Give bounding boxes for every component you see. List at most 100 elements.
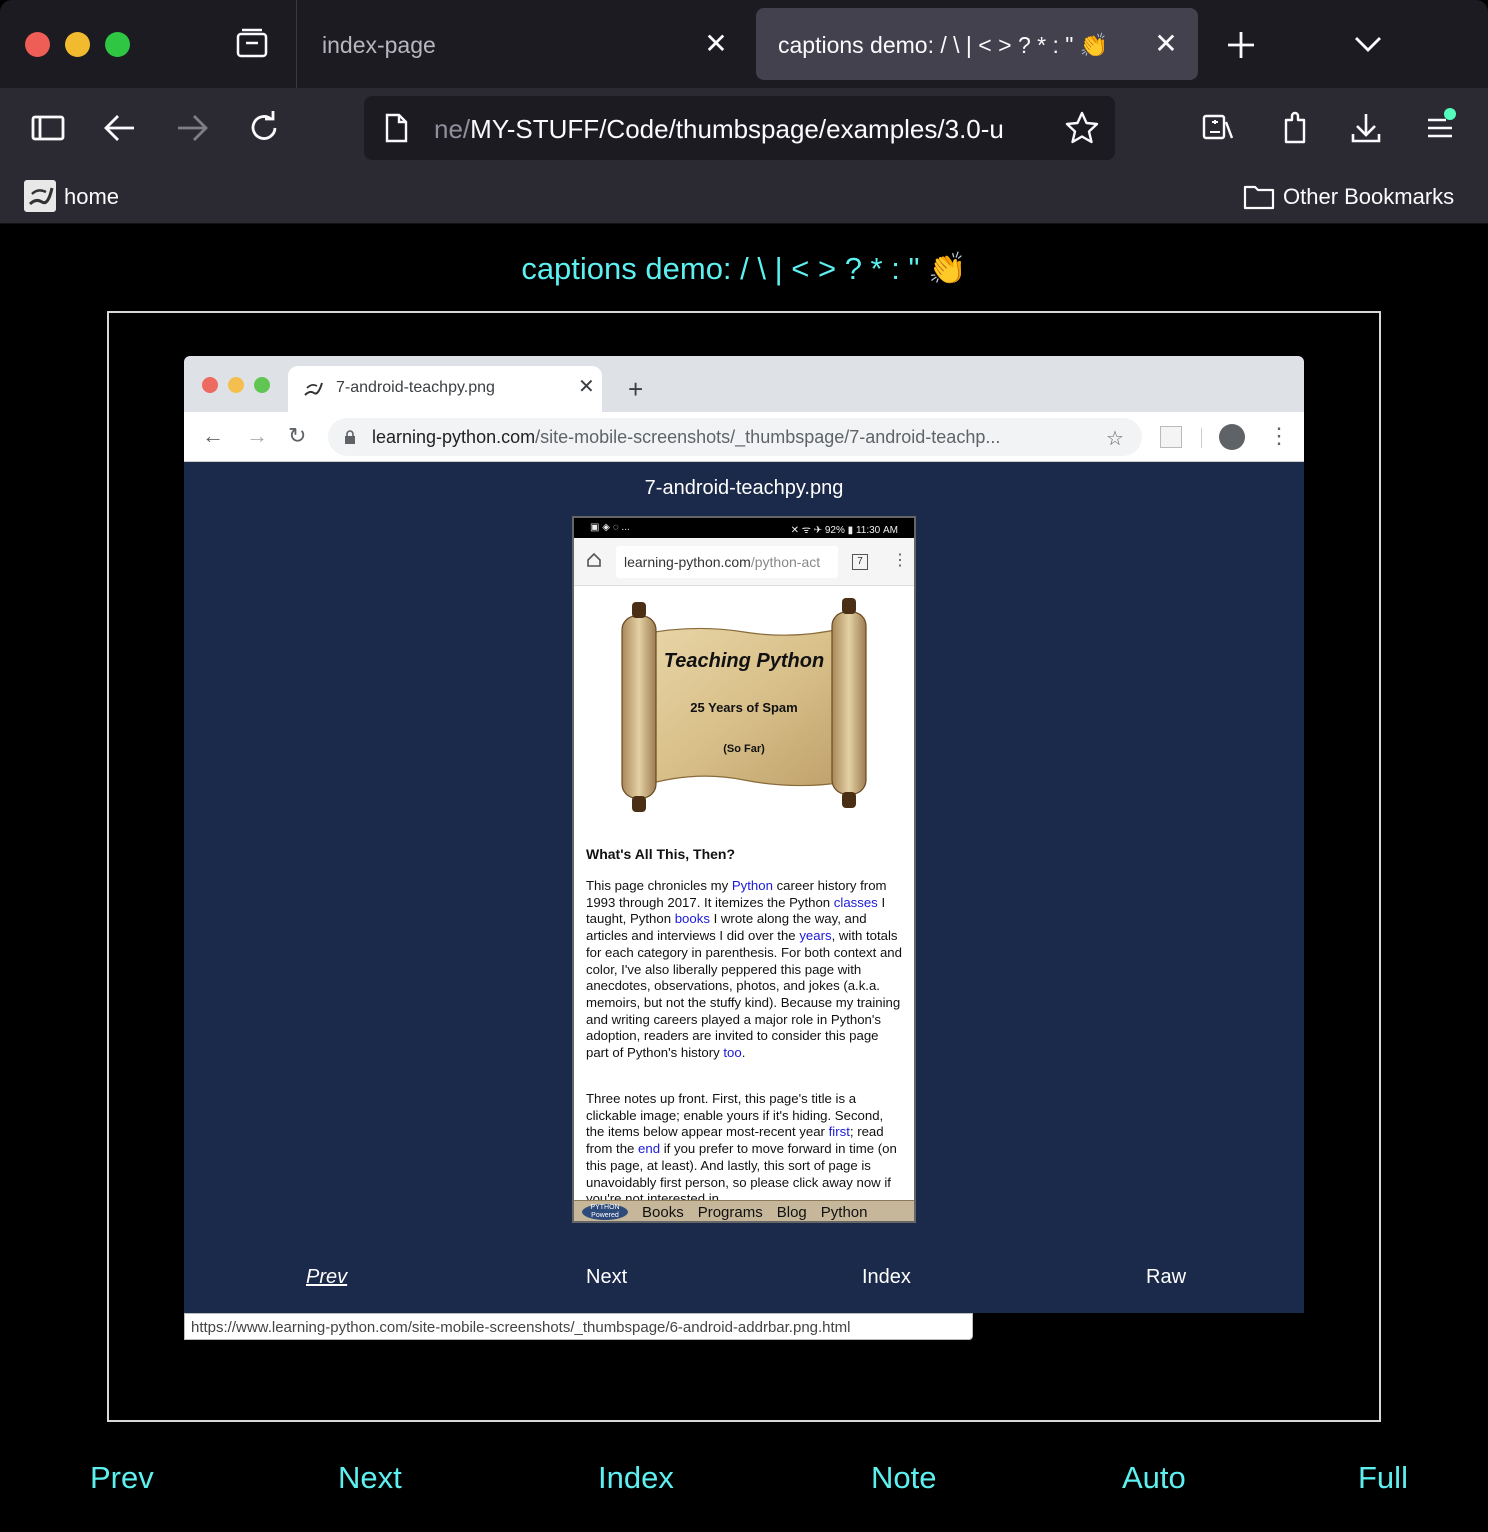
firefox-view-icon[interactable] xyxy=(234,26,270,62)
update-badge-icon xyxy=(1444,108,1456,120)
inner-tab-strip: 7-android-teachpy.png ✕ + xyxy=(184,356,1304,412)
screenshot-image[interactable]: 7-android-teachpy.png ✕ + ← → ↻ learning… xyxy=(184,356,1304,1313)
close-icon: ✕ xyxy=(578,376,595,398)
home-icon xyxy=(587,552,601,567)
auto-link[interactable]: Auto xyxy=(1122,1460,1186,1496)
back-arrow-icon: ← xyxy=(202,423,224,448)
favicon-icon xyxy=(304,382,323,396)
python-powered-logo: PYTHON Powered xyxy=(582,1204,628,1220)
scroll-subtitle: 25 Years of Spam xyxy=(690,700,798,715)
address-bar[interactable]: ne/MY-STUFF/Code/thumbspage/examples/3.0… xyxy=(364,96,1115,160)
inner-status-url: https://www.learning-python.com/site-mob… xyxy=(184,1313,973,1340)
kebab-menu-icon: ⋮ xyxy=(1268,423,1290,448)
url-path: MY-STUFF/Code/thumbspage/examples/3.0-u xyxy=(470,114,1004,144)
sidebar-icon[interactable] xyxy=(28,108,68,148)
inner-url-host: learning-python.com xyxy=(372,427,536,447)
inner-zoom-dot xyxy=(254,377,270,393)
phone-url-path: /python-act xyxy=(750,554,821,570)
phone-paragraph-1: This page chronicles my Python career hi… xyxy=(586,878,904,1062)
inner-index-link: Index xyxy=(862,1266,911,1288)
zoom-window-button[interactable] xyxy=(105,32,130,57)
navigation-toolbar: ne/MY-STUFF/Code/thumbspage/examples/3.0… xyxy=(0,88,1488,170)
extension-icon xyxy=(1160,426,1182,448)
tab-strip: index-page ✕ captions demo: / \ | < > ? … xyxy=(0,0,1488,88)
phone-bottom-links: Books Programs Blog Python xyxy=(642,1204,881,1221)
reload-icon[interactable] xyxy=(244,108,284,148)
link-first: first xyxy=(828,1124,850,1140)
new-tab-icon[interactable] xyxy=(1222,26,1260,64)
phone-url-host: learning-python.com xyxy=(624,554,751,570)
inner-url-path: /site-mobile-screenshots/_thumbspage/7-a… xyxy=(535,427,1001,447)
text-run: , with totals for each category in paren… xyxy=(586,928,902,1061)
link-books: books xyxy=(674,911,710,927)
tab-captions-demo[interactable]: captions demo: / \ | < > ? * : " 👏 ✕ xyxy=(756,8,1198,80)
link-classes: classes xyxy=(833,894,878,910)
phone-status-right: ✕ ᯤ ✈ 92% ▮ 11:30 AM xyxy=(790,525,898,536)
phone-link-books: Books xyxy=(642,1204,684,1221)
minimize-window-button[interactable] xyxy=(65,32,90,57)
inner-url: learning-python.com/site-mobile-screensh… xyxy=(372,427,1000,448)
close-window-button[interactable] xyxy=(25,32,50,57)
kebab-menu-icon: ⋮ xyxy=(892,552,908,569)
star-icon: ☆ xyxy=(1106,428,1124,450)
new-tab-icon: + xyxy=(628,374,644,404)
link-python: Python xyxy=(731,878,773,893)
close-icon[interactable]: ✕ xyxy=(698,26,734,62)
link-end: end xyxy=(638,1141,661,1157)
folder-icon[interactable] xyxy=(1243,182,1275,210)
translate-icon[interactable] xyxy=(1198,108,1238,148)
inner-address-bar: learning-python.com/site-mobile-screensh… xyxy=(328,418,1142,456)
inner-tab: 7-android-teachpy.png ✕ xyxy=(288,366,602,412)
close-icon[interactable]: ✕ xyxy=(1148,26,1184,62)
inner-toolbar: ← → ↻ learning-python.com/site-mobile-sc… xyxy=(184,412,1304,462)
phone-paragraph-2: Three notes up front. First, this page's… xyxy=(586,1091,904,1208)
link-too: too xyxy=(723,1045,742,1061)
bookmark-home[interactable]: home xyxy=(64,184,119,210)
next-link[interactable]: Next xyxy=(338,1460,402,1496)
browser-window: index-page ✕ captions demo: / \ | < > ? … xyxy=(0,0,1488,1532)
phone-url-box: learning-python.com/python-act xyxy=(616,546,838,578)
divider xyxy=(1201,428,1202,448)
chevron-down-icon[interactable] xyxy=(1350,28,1386,60)
scroll-subtitle-2: (So Far) xyxy=(723,743,765,755)
phone-url: learning-python.com/python-act xyxy=(624,554,834,570)
url-prefix: ne/ xyxy=(434,114,471,144)
phone-tab-count: 7 xyxy=(852,554,868,570)
prev-link[interactable]: Prev xyxy=(90,1460,154,1496)
phone-link-programs: Programs xyxy=(697,1204,763,1221)
back-arrow-icon[interactable] xyxy=(100,108,140,148)
lock-icon xyxy=(345,430,355,444)
note-link[interactable]: Note xyxy=(871,1460,936,1496)
home-favicon-icon[interactable] xyxy=(24,180,56,212)
inner-close-dot xyxy=(202,377,218,393)
text-run: . xyxy=(741,1045,746,1061)
url-text[interactable]: ne/MY-STUFF/Code/thumbspage/examples/3.0… xyxy=(434,114,1054,145)
bookmarks-toolbar: home Other Bookmarks xyxy=(0,170,1488,224)
forward-arrow-icon[interactable] xyxy=(172,108,212,148)
download-icon[interactable] xyxy=(1346,108,1386,148)
link-years: years xyxy=(799,928,832,944)
phone-link-blog: Blog xyxy=(776,1204,807,1221)
index-link[interactable]: Index xyxy=(598,1460,674,1496)
tab-index-page[interactable]: index-page ✕ xyxy=(300,8,750,80)
phone-link-python: Python xyxy=(820,1204,868,1221)
tab-divider xyxy=(296,0,297,88)
inner-caption: 7-android-teachpy.png xyxy=(644,477,844,499)
tab-title: captions demo: / \ | < > ? * : " 👏 xyxy=(778,32,1109,58)
inner-tab-title: 7-android-teachpy.png xyxy=(336,379,495,396)
tab-title: index-page xyxy=(322,32,436,58)
phone-screenshot: ▣ ◈ ◌ ... ✕ ᯤ ✈ 92% ▮ 11:30 AM learning-… xyxy=(572,516,916,1223)
phone-status-left: ▣ ◈ ◌ ... xyxy=(590,522,630,533)
scroll-title: Teaching Python xyxy=(663,650,825,672)
extensions-icon[interactable] xyxy=(1276,108,1316,148)
full-link[interactable]: Full xyxy=(1358,1460,1408,1496)
inner-minimize-dot xyxy=(228,377,244,393)
page-icon xyxy=(385,113,408,143)
inner-next-link: Next xyxy=(586,1266,628,1288)
text-run: This page chronicles my xyxy=(586,878,732,893)
avatar xyxy=(1219,424,1245,450)
phone-heading: What's All This, Then? xyxy=(586,846,736,862)
bookmark-star-icon[interactable] xyxy=(1064,110,1100,146)
phone-status-bar: ▣ ◈ ◌ ... ✕ ᯤ ✈ 92% ▮ 11:30 AM xyxy=(574,518,914,538)
other-bookmarks[interactable]: Other Bookmarks xyxy=(1283,184,1454,210)
